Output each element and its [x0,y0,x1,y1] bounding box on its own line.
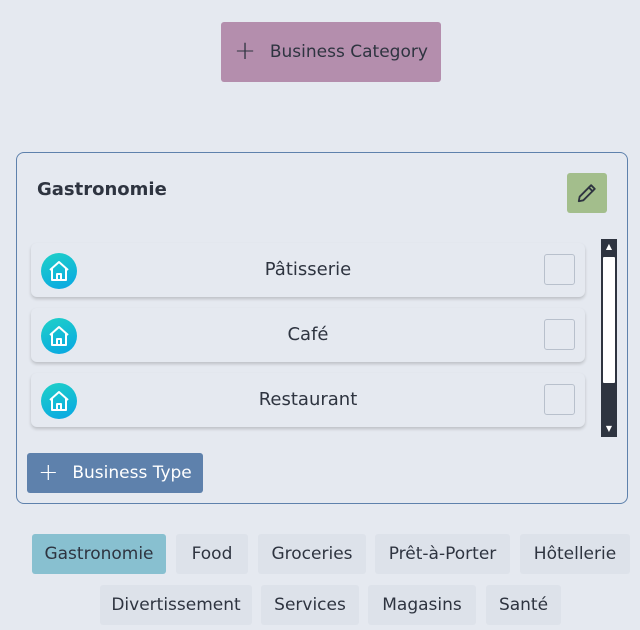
business-type-label: Pâtisserie [264,259,352,280]
business-type-label: Restaurant [258,389,358,410]
category-chip-food[interactable]: Food [176,534,248,574]
category-chip-services[interactable]: Services [261,585,359,625]
category-chip-sante[interactable]: Santé [486,585,561,625]
type-list-scrollbar[interactable]: ▲ ▼ [601,239,617,437]
business-type-checkbox[interactable] [544,254,575,285]
scroll-down-arrow-icon[interactable]: ▼ [601,421,617,437]
category-chip-pret-a-porter[interactable]: Prêt-à-Porter [375,534,510,574]
add-business-type-button[interactable]: + Business Type [27,453,203,493]
category-chip-groceries[interactable]: Groceries [258,534,366,574]
category-chip-gastronomie[interactable]: Gastronomie [32,534,166,574]
pencil-icon [577,184,596,203]
business-type-label: Café [287,324,329,345]
business-type-row: Restaurant [31,373,585,427]
add-business-category-label: Business Category [269,42,428,62]
category-chip-magasins[interactable]: Magasins [368,585,476,625]
business-type-checkbox[interactable] [544,384,575,415]
category-title: Gastronomie [37,179,167,200]
category-chip-divertissement[interactable]: Divertissement [100,585,252,625]
category-card: Gastronomie Pâtisserie Café Restaurant ▲… [16,152,628,504]
business-type-checkbox[interactable] [544,319,575,350]
business-type-row: Pâtisserie [31,243,585,297]
scroll-up-arrow-icon[interactable]: ▲ [601,239,617,255]
business-type-list: Pâtisserie Café Restaurant [31,243,585,438]
scrollbar-thumb[interactable] [603,257,615,383]
add-business-category-button[interactable]: + Business Category [221,22,441,82]
plus-icon: + [234,35,256,66]
edit-category-button[interactable] [567,173,607,213]
plus-icon: + [38,457,59,486]
business-type-row: Café [31,308,585,362]
add-business-type-label: Business Type [72,463,192,483]
category-chip-hotellerie[interactable]: Hôtellerie [520,534,630,574]
